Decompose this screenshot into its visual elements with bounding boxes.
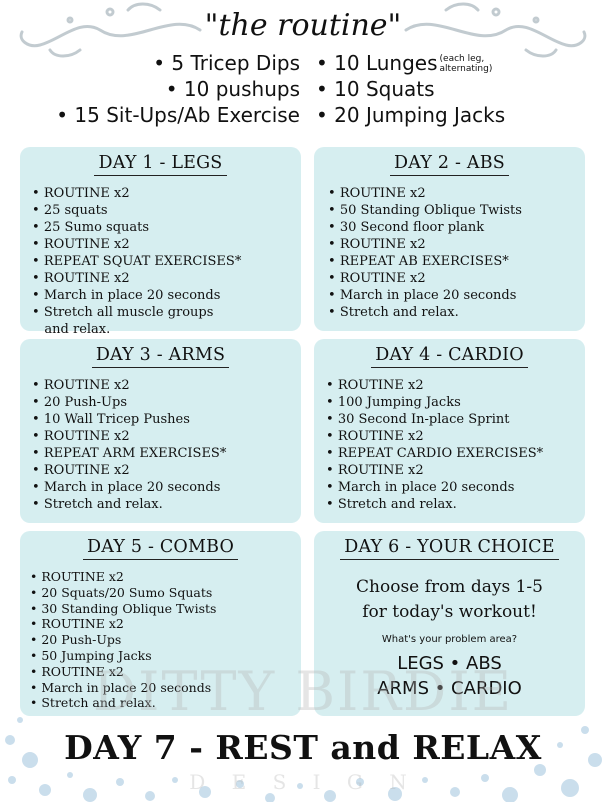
list-item: Stretch and relax. xyxy=(326,496,579,513)
list-item: ROUTINE x2 xyxy=(32,428,295,445)
list-item: ROUTINE x2 xyxy=(30,569,295,585)
list-item-continuation: and relax. xyxy=(44,322,111,337)
list-item: Stretch and relax. xyxy=(328,304,579,321)
list-item: ROUTINE x2 xyxy=(32,236,295,253)
day-list: ROUTINE x2 50 Standing Oblique Twists 30… xyxy=(328,185,579,321)
list-item: March in place 20 seconds xyxy=(32,287,295,304)
routine-list-left: 5 Tricep Dips 10 pushups 15 Sit-Ups/Ab E… xyxy=(56,50,300,128)
list-item: 30 Standing Oblique Twists xyxy=(30,601,295,617)
day-title: DAY 4 - CARDIO xyxy=(371,345,528,368)
list-item: ROUTINE x2 xyxy=(326,377,579,394)
day-card-4: DAY 4 - CARDIO ROUTINE x2 100 Jumping Ja… xyxy=(314,339,585,523)
list-item: ROUTINE x2 xyxy=(328,185,579,202)
page-title: "the routine" xyxy=(204,8,402,43)
list-item: ROUTINE x2 xyxy=(32,185,295,202)
list-item: Stretch and relax. xyxy=(32,496,295,513)
list-item: ROUTINE x2 xyxy=(32,377,295,394)
list-item: ROUTINE x2 xyxy=(328,236,579,253)
list-item: 30 Second In-place Sprint xyxy=(326,411,579,428)
choice-question: What's your problem area? xyxy=(381,634,518,645)
list-item: ROUTINE x2 xyxy=(326,462,579,479)
routine-item-label: 10 Lunges xyxy=(334,51,438,75)
list-item: REPEAT CARDIO EXERCISES* xyxy=(326,445,579,462)
day-card-2: DAY 2 - ABS ROUTINE x2 50 Standing Obliq… xyxy=(314,147,585,331)
day-list: ROUTINE x2 25 squats 25 Sumo squats ROUT… xyxy=(32,185,295,338)
list-item: 50 Standing Oblique Twists xyxy=(328,202,579,219)
list-item: ROUTINE x2 xyxy=(32,270,295,287)
list-item: March in place 20 seconds xyxy=(328,287,579,304)
list-item: REPEAT SQUAT EXERCISES* xyxy=(32,253,295,270)
day-title: DAY 1 - LEGS xyxy=(94,153,227,176)
list-item: 10 Wall Tricep Pushes xyxy=(32,411,295,428)
list-item: 100 Jumping Jacks xyxy=(326,394,579,411)
day-title: DAY 2 - ABS xyxy=(390,153,509,176)
routine-item: 20 Jumping Jacks xyxy=(316,102,505,128)
day-7-heading: DAY 7 - REST and RELAX xyxy=(64,728,542,767)
routine-list-right: 10 Lunges(each leg,alternating) 10 Squat… xyxy=(316,50,505,128)
routine-item: 10 Lunges(each leg,alternating) xyxy=(316,50,505,76)
routine-item: 15 Sit-Ups/Ab Exercise xyxy=(56,102,300,128)
lunges-note: (each leg, alternating) xyxy=(439,54,493,74)
list-item: ROUTINE x2 xyxy=(328,270,579,287)
list-item: 25 squats xyxy=(32,202,295,219)
list-item: March in place 20 seconds xyxy=(326,479,579,496)
list-item: Stretch all muscle groups xyxy=(32,304,295,321)
day-card-3: DAY 3 - ARMS ROUTINE x2 20 Push-Ups 10 W… xyxy=(20,339,301,523)
day-card-1: DAY 1 - LEGS ROUTINE x2 25 squats 25 Sum… xyxy=(20,147,301,337)
list-item: ROUTINE x2 xyxy=(30,616,295,632)
day-title: DAY 6 - YOUR CHOICE xyxy=(340,537,559,560)
watermark-subtitle: D E S I G N xyxy=(189,770,417,794)
routine-item: 5 Tricep Dips xyxy=(56,50,300,76)
day-list: ROUTINE x2 100 Jumping Jacks 30 Second I… xyxy=(326,377,579,513)
list-item: ROUTINE x2 xyxy=(326,428,579,445)
list-item: REPEAT ARM EXERCISES* xyxy=(32,445,295,462)
choice-text: Choose from days 1-5 for today's workout… xyxy=(356,577,543,622)
list-item: 20 Push-Ups xyxy=(30,632,295,648)
list-item: REPEAT AB EXERCISES* xyxy=(328,253,579,270)
list-item: 20 Push-Ups xyxy=(32,394,295,411)
list-item: 25 Sumo squats xyxy=(32,219,295,236)
day-title: DAY 3 - ARMS xyxy=(91,345,230,368)
routine-item: 10 Squats xyxy=(316,76,505,102)
list-item: March in place 20 seconds xyxy=(32,479,295,496)
list-item: 30 Second floor plank xyxy=(328,219,579,236)
list-item: ROUTINE x2 xyxy=(32,462,295,479)
day-list: ROUTINE x2 20 Push-Ups 10 Wall Tricep Pu… xyxy=(32,377,295,513)
list-item: 20 Squats/20 Sumo Squats xyxy=(30,585,295,601)
day-title: DAY 5 - COMBO xyxy=(82,537,239,560)
routine-item: 10 pushups xyxy=(56,76,300,102)
